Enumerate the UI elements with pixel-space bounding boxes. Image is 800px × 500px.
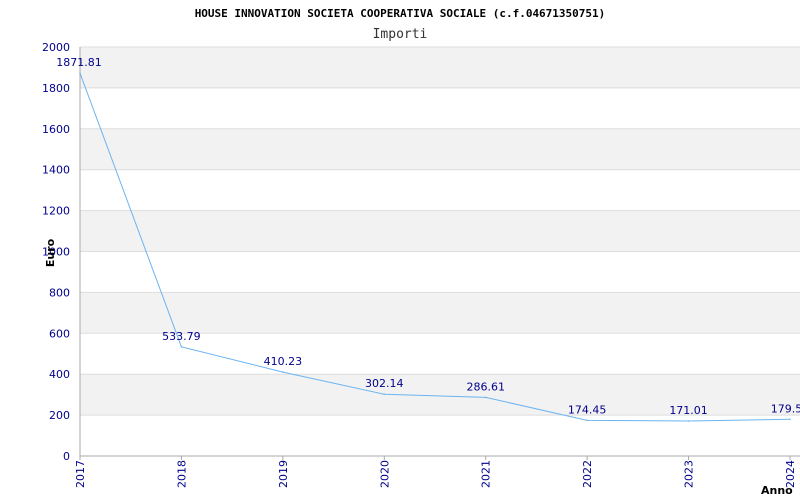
data-point [79, 72, 81, 75]
y-tick-label: 0 [63, 450, 70, 463]
data-point [383, 393, 386, 396]
data-label: 174.45 [568, 403, 607, 416]
background-band [80, 292, 800, 334]
data-point [484, 396, 487, 399]
chart-subtitle: Importi [373, 27, 428, 42]
x-tick-label: 2023 [683, 460, 696, 488]
background-band [80, 128, 800, 170]
y-tick-label: 800 [49, 286, 70, 299]
x-tick-label: 2022 [581, 460, 594, 488]
x-tick-label: 2019 [277, 460, 290, 488]
y-tick-label: 1400 [42, 164, 70, 177]
x-tick-label: 2021 [480, 460, 493, 488]
data-point [687, 420, 690, 422]
data-point [586, 419, 588, 422]
data-label: 286.61 [466, 380, 505, 393]
chart-container: 0 200 400 600 800 1000 1200 1400 1600 1800 2000 20… [0, 0, 800, 500]
data-label: 302.14 [365, 377, 404, 390]
background-band [80, 47, 800, 88]
x-axis-label: Anno [761, 484, 793, 497]
chart-title: HOUSE INNOVATION SOCIETA COOPERATIVA SOC… [195, 7, 606, 20]
data-label: 533.79 [162, 330, 201, 343]
y-tick-label: 200 [49, 409, 70, 422]
data-point [789, 418, 791, 421]
background-bands [80, 47, 800, 416]
y-axis-label: Euro [44, 238, 57, 267]
data-label: 1871.81 [56, 56, 102, 69]
data-label: 179.50 [771, 402, 800, 415]
y-tick-label: 600 [49, 327, 70, 340]
x-tick-label: 2020 [378, 460, 391, 488]
y-tick-label: 1600 [42, 123, 70, 136]
x-tick-label: 2018 [175, 460, 188, 488]
data-label: 171.01 [669, 404, 708, 417]
y-tick-label: 400 [49, 368, 70, 381]
data-label: 410.23 [264, 355, 303, 368]
x-tick-label: 2017 [74, 460, 87, 488]
y-tick-label: 1800 [42, 82, 70, 95]
line-chart: 0200400600800100012001400160018002000 20… [42, 7, 800, 497]
y-tick-label: 1200 [42, 205, 70, 218]
data-point [180, 346, 183, 348]
x-tick-labels: 2017 2018 2019 2020 2021 2022 2023 2024 [74, 460, 797, 488]
data-point [282, 371, 284, 373]
y-tick-label: 2000 [42, 41, 70, 54]
background-band [80, 210, 800, 252]
